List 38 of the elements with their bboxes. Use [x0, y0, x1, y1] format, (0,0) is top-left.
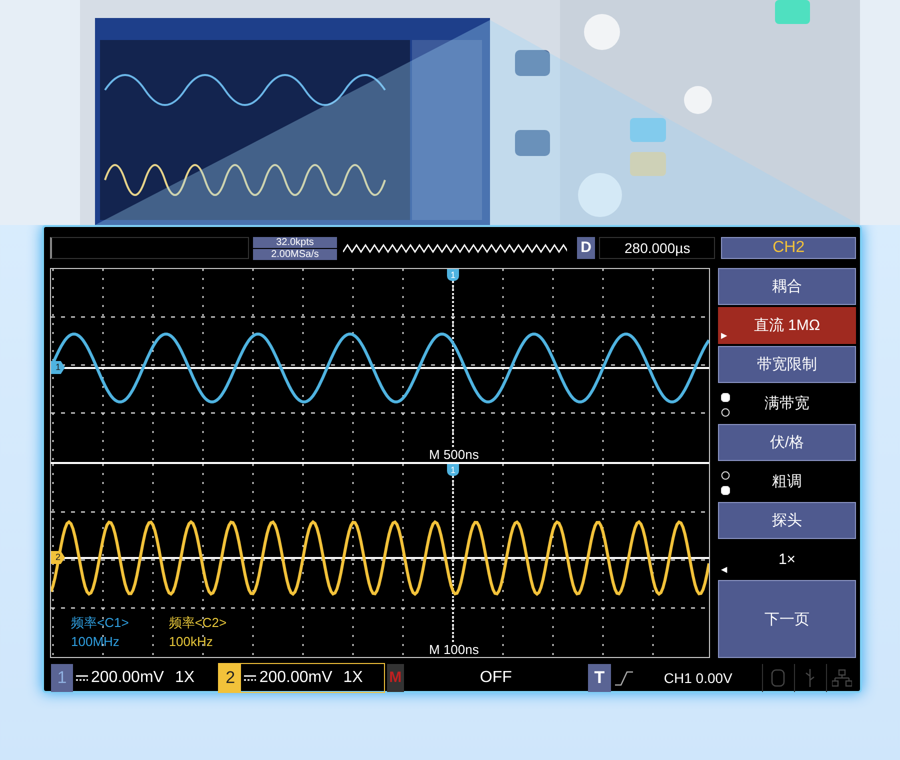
- sample-rate: 2.00MSa/s: [253, 248, 337, 260]
- trigger-marker: 1: [447, 269, 459, 281]
- pointer-icon: ▶: [721, 331, 728, 340]
- channel-marker: 2: [51, 551, 65, 564]
- menu-heading: 伏/格: [718, 424, 856, 461]
- math-state: OFF: [478, 669, 513, 687]
- next-page-button[interactable]: 下一页: [718, 580, 856, 658]
- pointer-icon: ◀: [721, 565, 728, 574]
- menu-option[interactable]: ▶ 直流 1MΩ: [718, 307, 856, 344]
- dc-coupling-icon: [76, 674, 88, 682]
- channel-badge[interactable]: 2: [219, 664, 242, 692]
- channel-scale: 200.00mV: [259, 669, 332, 687]
- memory-depth: 32.0kpts: [253, 236, 337, 248]
- probe-ratio: 1X: [174, 669, 195, 687]
- trigger-position-wave-icon: [342, 242, 566, 254]
- rising-edge-icon: [613, 669, 634, 687]
- timebase-label: M 500ns: [427, 447, 481, 462]
- timebase-label: M 100ns: [427, 642, 481, 657]
- delay-value: 280.000µs: [599, 237, 716, 259]
- menu-heading: 探头: [718, 502, 856, 539]
- measurement-value: 100MHz: [71, 634, 120, 649]
- dc-coupling-icon: [244, 674, 256, 682]
- probe-ratio: 1X: [343, 669, 363, 687]
- channel-scale: 200.00mV: [91, 669, 164, 687]
- measurement-name: 频率<C1>: [71, 614, 129, 632]
- delay-badge: D: [576, 237, 596, 259]
- menu-title: CH2: [721, 237, 856, 259]
- menu-heading: 带宽限制: [718, 346, 856, 383]
- measurement-name: 频率<C2>: [168, 614, 227, 632]
- menu-heading: 耦合: [718, 268, 856, 305]
- usb-icon: [804, 668, 816, 688]
- trigger-source: CH1 0.00V: [662, 670, 734, 686]
- trigger-badge: T: [588, 664, 612, 692]
- network-icon: [832, 669, 852, 687]
- usb-drive-icon: [770, 668, 786, 688]
- channel-marker: 1: [51, 361, 65, 374]
- measurement-value: 100kHz: [168, 634, 214, 649]
- trigger-marker: 1: [447, 464, 459, 476]
